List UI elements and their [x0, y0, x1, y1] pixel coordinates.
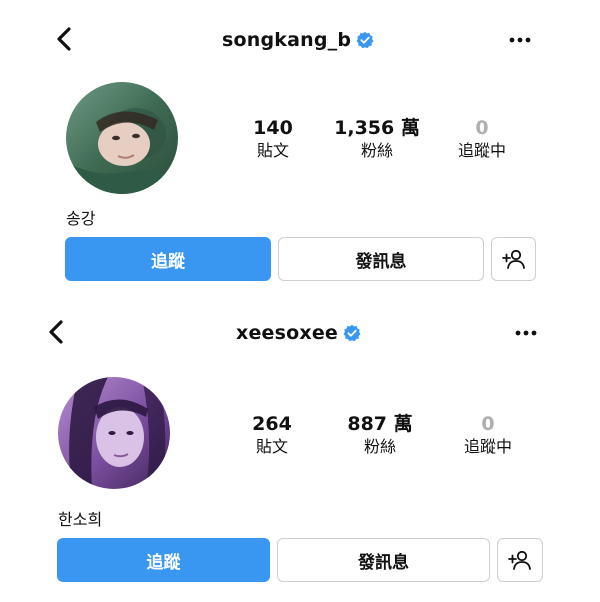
- display-name: 한소희: [58, 510, 103, 529]
- add-user-icon: [501, 249, 525, 269]
- stat-value: 264: [252, 413, 292, 435]
- username-row: songkang_b: [222, 29, 374, 51]
- suggest-users-button[interactable]: [491, 237, 536, 281]
- stat-value: 0: [475, 117, 489, 139]
- more-options-button[interactable]: [511, 326, 541, 340]
- username-row: xeesoxee: [236, 322, 361, 344]
- stat-following[interactable]: 0 追蹤中: [427, 116, 537, 162]
- more-horizontal-icon: [509, 37, 531, 43]
- username: xeesoxee: [236, 322, 339, 344]
- avatar[interactable]: [66, 82, 178, 194]
- chevron-left-icon: [57, 27, 71, 51]
- stat-label: 貼文: [256, 141, 289, 160]
- stat-label: 貼文: [255, 437, 288, 456]
- avatar-image: [66, 82, 178, 194]
- back-button[interactable]: [44, 319, 70, 345]
- verified-badge-icon: [356, 31, 374, 49]
- message-button[interactable]: 發訊息: [278, 237, 484, 281]
- stat-followers[interactable]: 1,356 萬 粉絲: [322, 116, 432, 162]
- stat-value: 887 萬: [347, 413, 413, 435]
- stat-value: 1,356 萬: [334, 117, 420, 139]
- stat-followers[interactable]: 887 萬 粉絲: [325, 412, 435, 458]
- profile-header-xeesoxee: xeesoxee 264 貼文 887 萬 粉絲 0 追蹤中 한소희 追蹤 發訊…: [0, 302, 600, 602]
- stat-label: 粉絲: [360, 141, 393, 160]
- display-name: 송강: [66, 209, 96, 228]
- stat-label: 追蹤中: [457, 141, 506, 160]
- follow-button[interactable]: 追蹤: [65, 237, 271, 281]
- add-user-icon: [508, 550, 531, 570]
- avatar-image: [58, 377, 170, 489]
- avatar[interactable]: [58, 377, 170, 489]
- stat-value: 140: [253, 117, 293, 139]
- stat-value: 0: [481, 413, 495, 435]
- more-horizontal-icon: [515, 330, 537, 336]
- suggest-users-button[interactable]: [497, 538, 543, 582]
- follow-button[interactable]: 追蹤: [57, 538, 270, 582]
- more-options-button[interactable]: [505, 33, 535, 47]
- back-button[interactable]: [52, 26, 78, 52]
- stat-label: 追蹤中: [463, 437, 512, 456]
- stat-posts[interactable]: 140 貼文: [218, 116, 328, 162]
- stat-following[interactable]: 0 追蹤中: [433, 412, 543, 458]
- stat-label: 粉絲: [363, 437, 396, 456]
- verified-badge-icon: [343, 324, 361, 342]
- username: songkang_b: [222, 29, 352, 51]
- stat-posts[interactable]: 264 貼文: [217, 412, 327, 458]
- message-button[interactable]: 發訊息: [277, 538, 490, 582]
- chevron-left-icon: [49, 320, 63, 344]
- profile-header-songkang: songkang_b 140 貼文 1,356 萬 粉絲 0 追蹤中 송강 追蹤…: [0, 0, 600, 300]
